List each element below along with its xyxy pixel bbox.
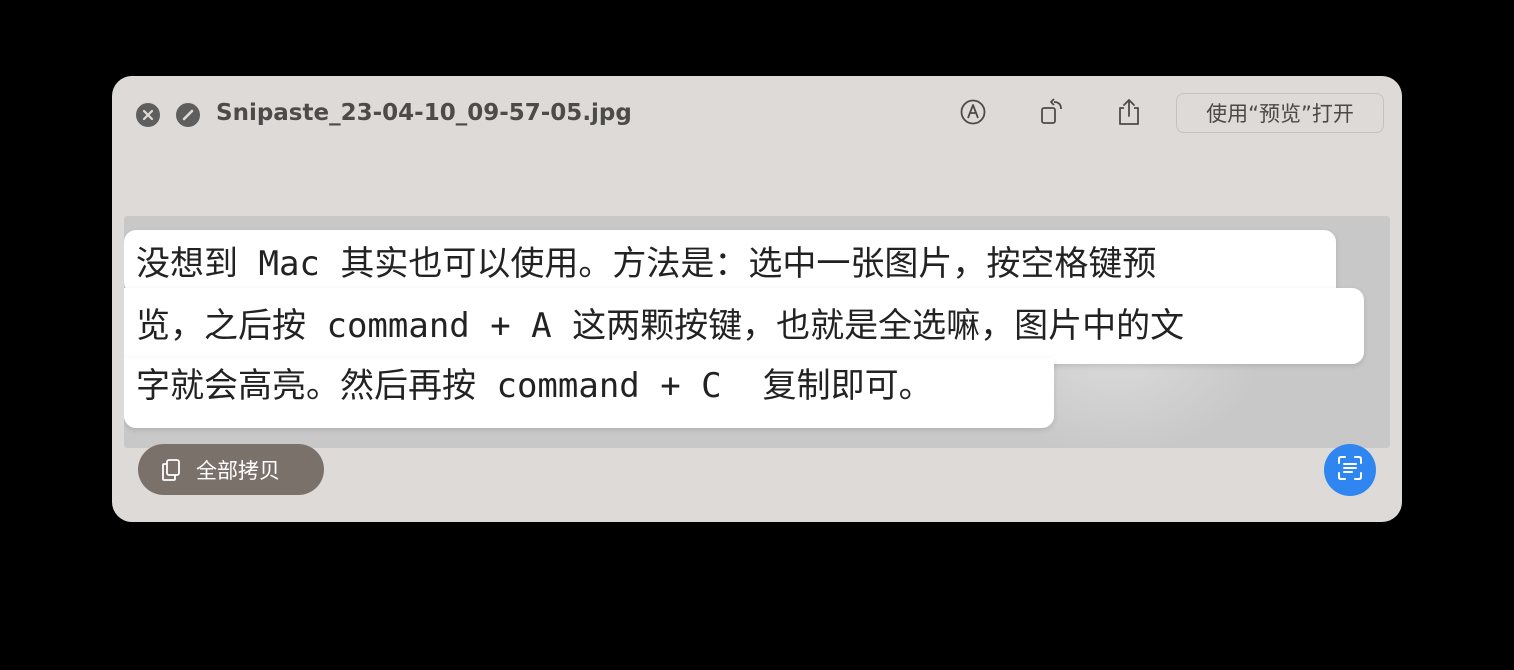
ocr-text-line[interactable]: 没想到 Mac 其实也可以使用。方法是：选中一张图片，按空格键预	[136, 242, 1156, 286]
fullscreen-icon	[181, 108, 195, 122]
rotate-icon	[1037, 97, 1067, 131]
ocr-text-line[interactable]: 字就会高亮。然后再按 command + C 复制即可。	[136, 364, 933, 408]
close-button[interactable]	[136, 103, 160, 127]
ocr-text-line[interactable]: 览，之后按 command + A 这两颗按键，也就是全选嘛，图片中的文	[136, 304, 1184, 348]
copy-icon	[158, 457, 184, 483]
title-bar: Snipaste_23-04-10_09-57-05.jpg 使用“预览”打开	[112, 76, 1402, 150]
open-with-preview-button[interactable]: 使用“预览”打开	[1176, 93, 1384, 133]
live-text-button[interactable]	[1324, 444, 1376, 496]
share-icon	[1115, 97, 1143, 131]
quicklook-window: Snipaste_23-04-10_09-57-05.jpg 使用“预览”打开 …	[112, 76, 1402, 522]
markup-button[interactable]	[955, 96, 991, 132]
file-name-title: Snipaste_23-04-10_09-57-05.jpg	[216, 100, 632, 126]
copy-all-button[interactable]: 全部拷贝	[138, 444, 324, 495]
fullscreen-button[interactable]	[176, 103, 200, 127]
close-icon	[142, 109, 154, 121]
markup-icon	[959, 98, 987, 130]
share-button[interactable]	[1111, 96, 1147, 132]
copy-all-label: 全部拷贝	[196, 458, 280, 483]
rotate-button[interactable]	[1034, 96, 1070, 132]
live-text-icon	[1336, 454, 1364, 486]
image-preview: 没想到 Mac 其实也可以使用。方法是：选中一张图片，按空格键预 览，之后按 c…	[124, 216, 1390, 448]
